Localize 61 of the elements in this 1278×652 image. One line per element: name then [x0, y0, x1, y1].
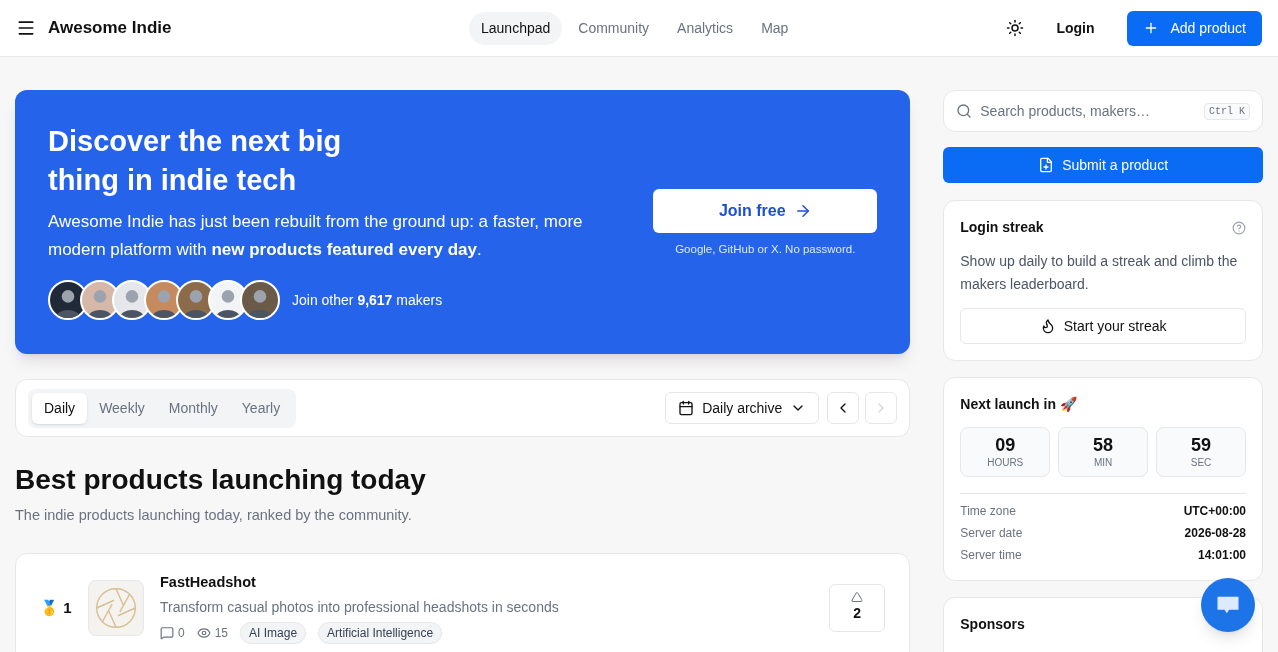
eye-icon — [196, 625, 211, 640]
submit-product-button[interactable]: Submit a product — [943, 147, 1263, 183]
nav-tab[interactable]: Analytics — [665, 12, 746, 45]
makers-count: Join other 9,617 makers — [292, 290, 443, 310]
hero-title: Discover the next big thing in indie tech — [48, 124, 343, 198]
hero-text: Awesome Indie has just been rebuilt from the ground up: a faster, more modern platform with new products featured every day. — [48, 211, 584, 261]
product-name[interactable]: FastHeadshot — [160, 571, 559, 594]
tag[interactable]: Artificial Intelligence — [318, 621, 443, 644]
login-button[interactable]: Login — [1048, 17, 1103, 39]
search-input[interactable]: Search products, makers… — [980, 100, 1196, 122]
card-title: Sponsors — [960, 615, 1026, 634]
countdown-value: 58 — [1093, 434, 1114, 455]
section-title: Best products launching today — [15, 463, 427, 497]
nav-tab[interactable]: Launchpad — [469, 12, 563, 45]
menu-icon[interactable] — [16, 18, 36, 38]
triangle-icon — [851, 591, 864, 604]
comment-count: 0 — [178, 624, 185, 642]
search-icon — [956, 103, 973, 119]
previous-button[interactable] — [827, 392, 860, 424]
info-value: 14:01:00 — [1197, 547, 1246, 564]
join-note: Google, GitHub or X. No password. — [675, 242, 856, 257]
info-label: Server date — [960, 525, 1023, 542]
card-title: Next launch in 🚀 — [960, 395, 1078, 414]
period-tab[interactable]: Monthly — [156, 392, 230, 424]
comment-icon — [160, 625, 174, 640]
shortcut-hint: Ctrl K — [1204, 102, 1250, 120]
archive-dropdown[interactable]: Daily archive — [665, 392, 820, 424]
info-label: Server time — [960, 547, 1022, 564]
product-card[interactable]: 🥇 1 FastHeadshot Transform casual photos into professional headshots in seconds 0 15 AI Image Artificial Intelligence 2 — [15, 552, 911, 652]
avatar — [240, 280, 280, 320]
file-plus-icon — [1038, 157, 1055, 173]
period-tab[interactable]: Yearly — [229, 392, 293, 424]
nav-tab[interactable]: Map — [749, 12, 801, 45]
brand-name: Awesome Indie — [48, 17, 172, 40]
card-title: Login streak — [960, 218, 1044, 237]
countdown-label: HOURS — [987, 455, 1024, 470]
countdown-label: SEC — [1190, 455, 1212, 470]
view-count: 15 — [214, 624, 229, 642]
period-tab[interactable]: Daily — [32, 392, 88, 424]
countdown-value: 09 — [995, 434, 1016, 455]
theme-toggle-icon[interactable] — [1006, 19, 1025, 37]
info-label: Time zone — [960, 503, 1016, 520]
tag[interactable]: AI Image — [240, 621, 307, 644]
period-tab[interactable]: Weekly — [87, 392, 157, 424]
start-streak-button[interactable]: Start your streak — [960, 308, 1246, 344]
info-value: UTC+00:00 — [1183, 503, 1246, 520]
nav-tab[interactable]: Community — [566, 12, 662, 45]
product-tagline: Transform casual photos into professional headshots in seconds — [160, 597, 559, 617]
add-product-button[interactable]: Add product — [1126, 10, 1262, 46]
calendar-icon — [678, 400, 695, 416]
countdown-value: 59 — [1191, 434, 1212, 455]
info-value: 2026-08-28 — [1184, 525, 1246, 542]
rank: 🥇 1 — [40, 597, 73, 618]
search-field[interactable]: Search products, makers… Ctrl K — [943, 90, 1263, 132]
product-logo — [88, 579, 144, 636]
upvote-button[interactable]: 2 — [829, 583, 886, 632]
countdown-label: MIN — [1093, 455, 1113, 470]
join-button[interactable]: Join free — [653, 189, 878, 233]
streak-text: Show up daily to build a streak and climb the makers leaderboard. — [960, 252, 1239, 294]
section-subtitle: The indie products launching today, ranked by the community. — [15, 506, 413, 525]
help-icon[interactable] — [1232, 220, 1246, 235]
